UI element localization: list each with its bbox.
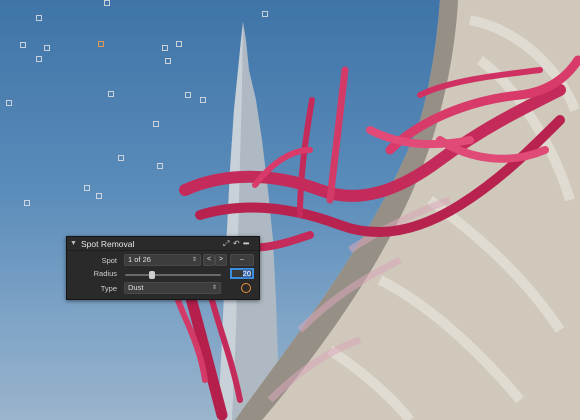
type-label: Type bbox=[100, 284, 117, 293]
spot-marker[interactable] bbox=[200, 97, 206, 103]
spot-marker[interactable] bbox=[44, 45, 50, 51]
prev-spot-button[interactable]: < bbox=[203, 254, 215, 266]
chevron-down-icon[interactable]: ▼ bbox=[70, 240, 77, 247]
spot-marker[interactable] bbox=[118, 155, 124, 161]
radius-slider-thumb[interactable] bbox=[148, 271, 155, 279]
photo-canvas[interactable]: ▼ Spot Removal ⤢ ↶ ••• Spot 1 of 26 ⇕ < … bbox=[0, 0, 580, 420]
type-select[interactable]: Dust ⇕ bbox=[124, 282, 221, 294]
photo bbox=[175, 0, 580, 420]
circle-icon bbox=[241, 283, 251, 293]
spot-marker[interactable] bbox=[165, 58, 171, 64]
spot-marker[interactable] bbox=[157, 163, 163, 169]
panel-header[interactable]: ▼ Spot Removal ⤢ ↶ ••• bbox=[67, 237, 259, 251]
spot-marker[interactable] bbox=[20, 42, 26, 48]
spot-removal-panel: ▼ Spot Removal ⤢ ↶ ••• Spot 1 of 26 ⇕ < … bbox=[66, 236, 260, 300]
spot-select[interactable]: 1 of 26 ⇕ bbox=[124, 254, 201, 266]
spot-marker[interactable] bbox=[262, 11, 268, 17]
spot-select-value: 1 of 26 bbox=[128, 255, 151, 264]
updown-caret-icon: ⇕ bbox=[211, 285, 217, 291]
spot-marker[interactable] bbox=[24, 200, 30, 206]
spot-marker[interactable] bbox=[6, 100, 12, 106]
spot-marker[interactable] bbox=[176, 41, 182, 47]
spot-marker[interactable] bbox=[36, 56, 42, 62]
next-spot-button[interactable]: > bbox=[215, 254, 227, 266]
radius-slider[interactable] bbox=[125, 271, 221, 279]
spot-marker[interactable] bbox=[185, 92, 191, 98]
spot-label: Spot bbox=[101, 256, 117, 265]
spot-marker[interactable] bbox=[153, 121, 159, 127]
spot-marker[interactable] bbox=[84, 185, 90, 191]
undo-icon[interactable]: ↶ bbox=[233, 239, 240, 248]
radius-value: 20 bbox=[242, 269, 251, 278]
radius-input[interactable]: 20 bbox=[230, 268, 254, 279]
spot-marker-selected[interactable] bbox=[98, 41, 104, 47]
more-icon[interactable]: ••• bbox=[243, 239, 249, 248]
spot-marker[interactable] bbox=[96, 193, 102, 199]
panel-title: Spot Removal bbox=[81, 239, 135, 249]
reset-icon[interactable]: ⤢ bbox=[223, 239, 229, 248]
updown-caret-icon: ⇕ bbox=[191, 257, 197, 263]
spot-option-button[interactable]: – bbox=[230, 254, 254, 266]
spot-marker[interactable] bbox=[162, 45, 168, 51]
radius-label: Radius bbox=[93, 269, 117, 278]
spot-marker[interactable] bbox=[108, 91, 114, 97]
spot-marker[interactable] bbox=[104, 0, 110, 6]
spot-marker[interactable] bbox=[36, 15, 42, 21]
type-select-value: Dust bbox=[128, 283, 144, 292]
